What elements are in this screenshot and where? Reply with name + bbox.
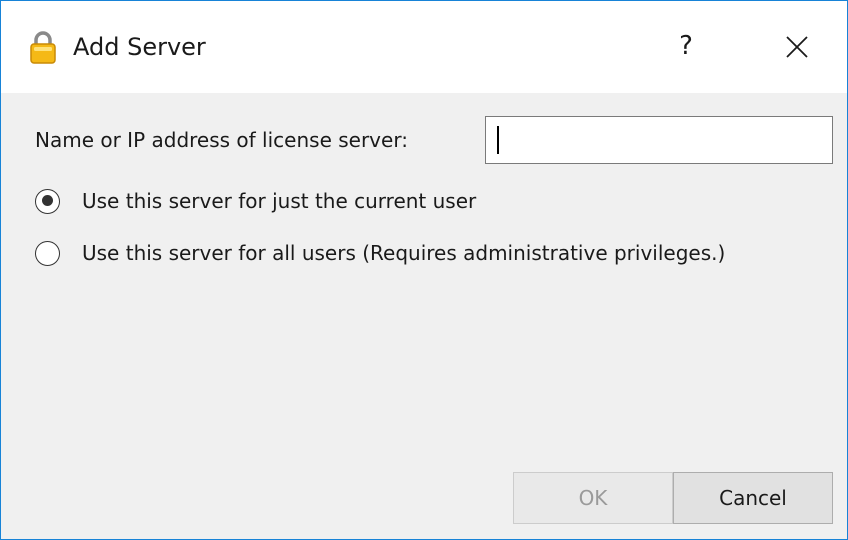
radio-all-users[interactable]: Use this server for all users (Requires … (35, 236, 725, 270)
close-icon (786, 36, 808, 58)
ok-button[interactable]: OK (513, 472, 673, 524)
radio-all-users-label[interactable]: Use this server for all users (Requires … (82, 241, 725, 265)
radio-current-user-button[interactable] (35, 188, 60, 214)
radio-current-user-label[interactable]: Use this server for just the current use… (82, 189, 476, 213)
padlock-icon (29, 30, 57, 64)
radio-current-user[interactable]: Use this server for just the current use… (35, 184, 476, 218)
server-address-input[interactable] (485, 116, 833, 164)
text-caret (497, 126, 499, 154)
radio-all-users-button[interactable] (35, 240, 60, 266)
server-field-label: Name or IP address of license server: (35, 128, 408, 152)
cancel-button[interactable]: Cancel (673, 472, 833, 524)
dialog-title: Add Server (73, 33, 206, 61)
title-bar: Add Server ? (1, 1, 847, 93)
help-button[interactable]: ? (661, 23, 711, 69)
close-button[interactable] (761, 21, 831, 71)
add-server-dialog: Add Server ? Name or IP address of licen… (0, 0, 848, 540)
